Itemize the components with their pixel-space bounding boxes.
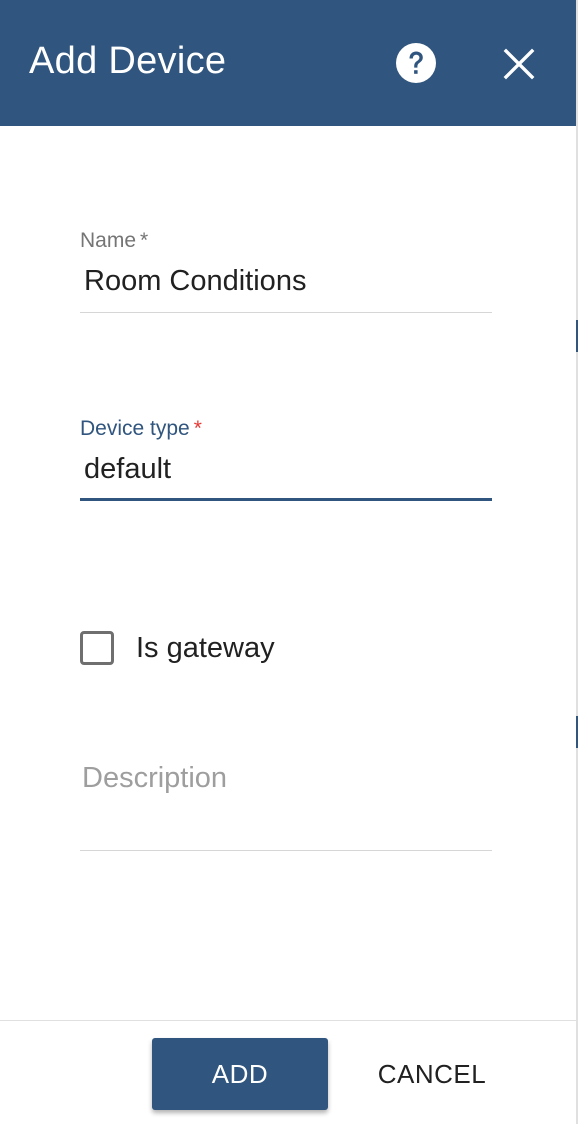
required-asterisk: * bbox=[193, 417, 202, 440]
device-type-input[interactable] bbox=[80, 448, 492, 490]
footer-divider bbox=[0, 1020, 576, 1021]
description-field bbox=[80, 760, 492, 851]
close-icon bbox=[503, 48, 535, 80]
name-field: Name * bbox=[80, 228, 492, 313]
dialog-title: Add Device bbox=[29, 40, 227, 82]
cancel-button[interactable]: CANCEL bbox=[360, 1038, 504, 1110]
name-input[interactable] bbox=[80, 260, 492, 302]
description-input[interactable] bbox=[80, 760, 492, 796]
device-type-field: Device type * bbox=[80, 416, 492, 501]
device-type-underline bbox=[80, 498, 492, 501]
device-type-label: Device type * bbox=[80, 417, 202, 440]
close-button[interactable] bbox=[500, 45, 538, 83]
add-device-dialog: Add Device Name* Device type* Is gateway bbox=[0, 0, 578, 1124]
help-circle-icon bbox=[396, 43, 436, 83]
add-button[interactable]: ADD bbox=[152, 1038, 328, 1110]
required-asterisk: * bbox=[140, 229, 149, 252]
help-button[interactable] bbox=[395, 42, 437, 84]
description-underline bbox=[80, 850, 492, 851]
is-gateway-checkbox[interactable] bbox=[80, 631, 114, 665]
dialog-header: Add Device bbox=[0, 0, 576, 126]
name-label: Name * bbox=[80, 229, 149, 252]
is-gateway-label: Is gateway bbox=[136, 631, 275, 664]
name-underline bbox=[80, 312, 492, 313]
is-gateway-row[interactable]: Is gateway bbox=[80, 628, 275, 668]
